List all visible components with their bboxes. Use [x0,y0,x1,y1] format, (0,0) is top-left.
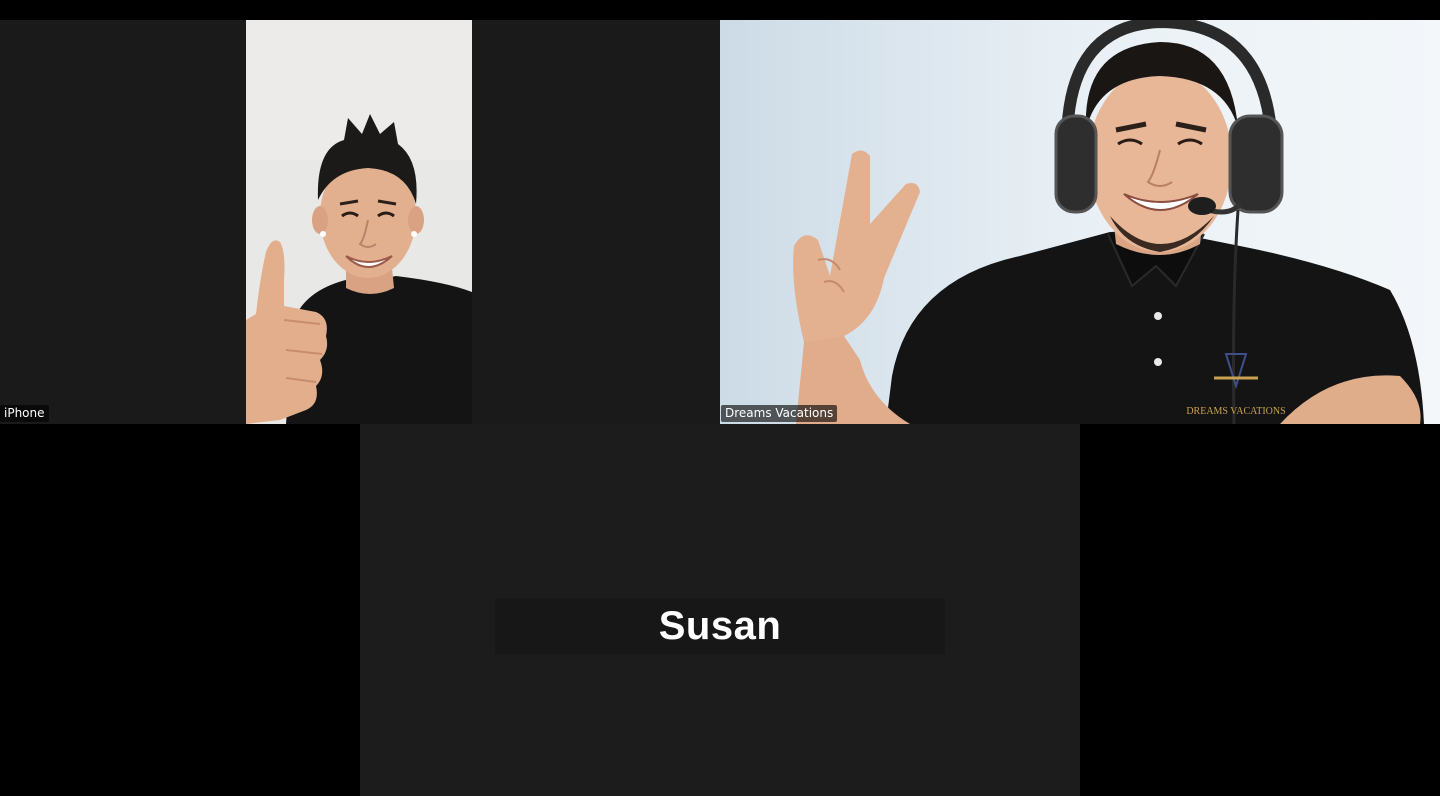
video-frame-man-headset-peace-sign: DREAMS VACATIONS [720,20,1440,424]
shirt-logo-text: DREAMS VACATIONS [1186,406,1285,417]
participant-tile-dreams-vacations[interactable]: DREAMS VACATIONS Dreams Vacations [720,20,1440,424]
participant-video-dreams-vacations: DREAMS VACATIONS [720,20,1440,424]
participant-name-placeholder: Susan [495,598,945,654]
participant-tile-iphone[interactable]: iPhone [0,20,720,424]
participant-name-label: Dreams Vacations [721,405,838,422]
video-frame-man-thumbs-up [246,20,472,424]
participant-tile-susan[interactable]: Susan [360,424,1080,796]
participant-name-text: Susan [658,603,782,648]
participant-video-iphone [246,20,472,424]
window-top-strip [0,0,1440,20]
participant-name-label: iPhone [0,405,49,422]
